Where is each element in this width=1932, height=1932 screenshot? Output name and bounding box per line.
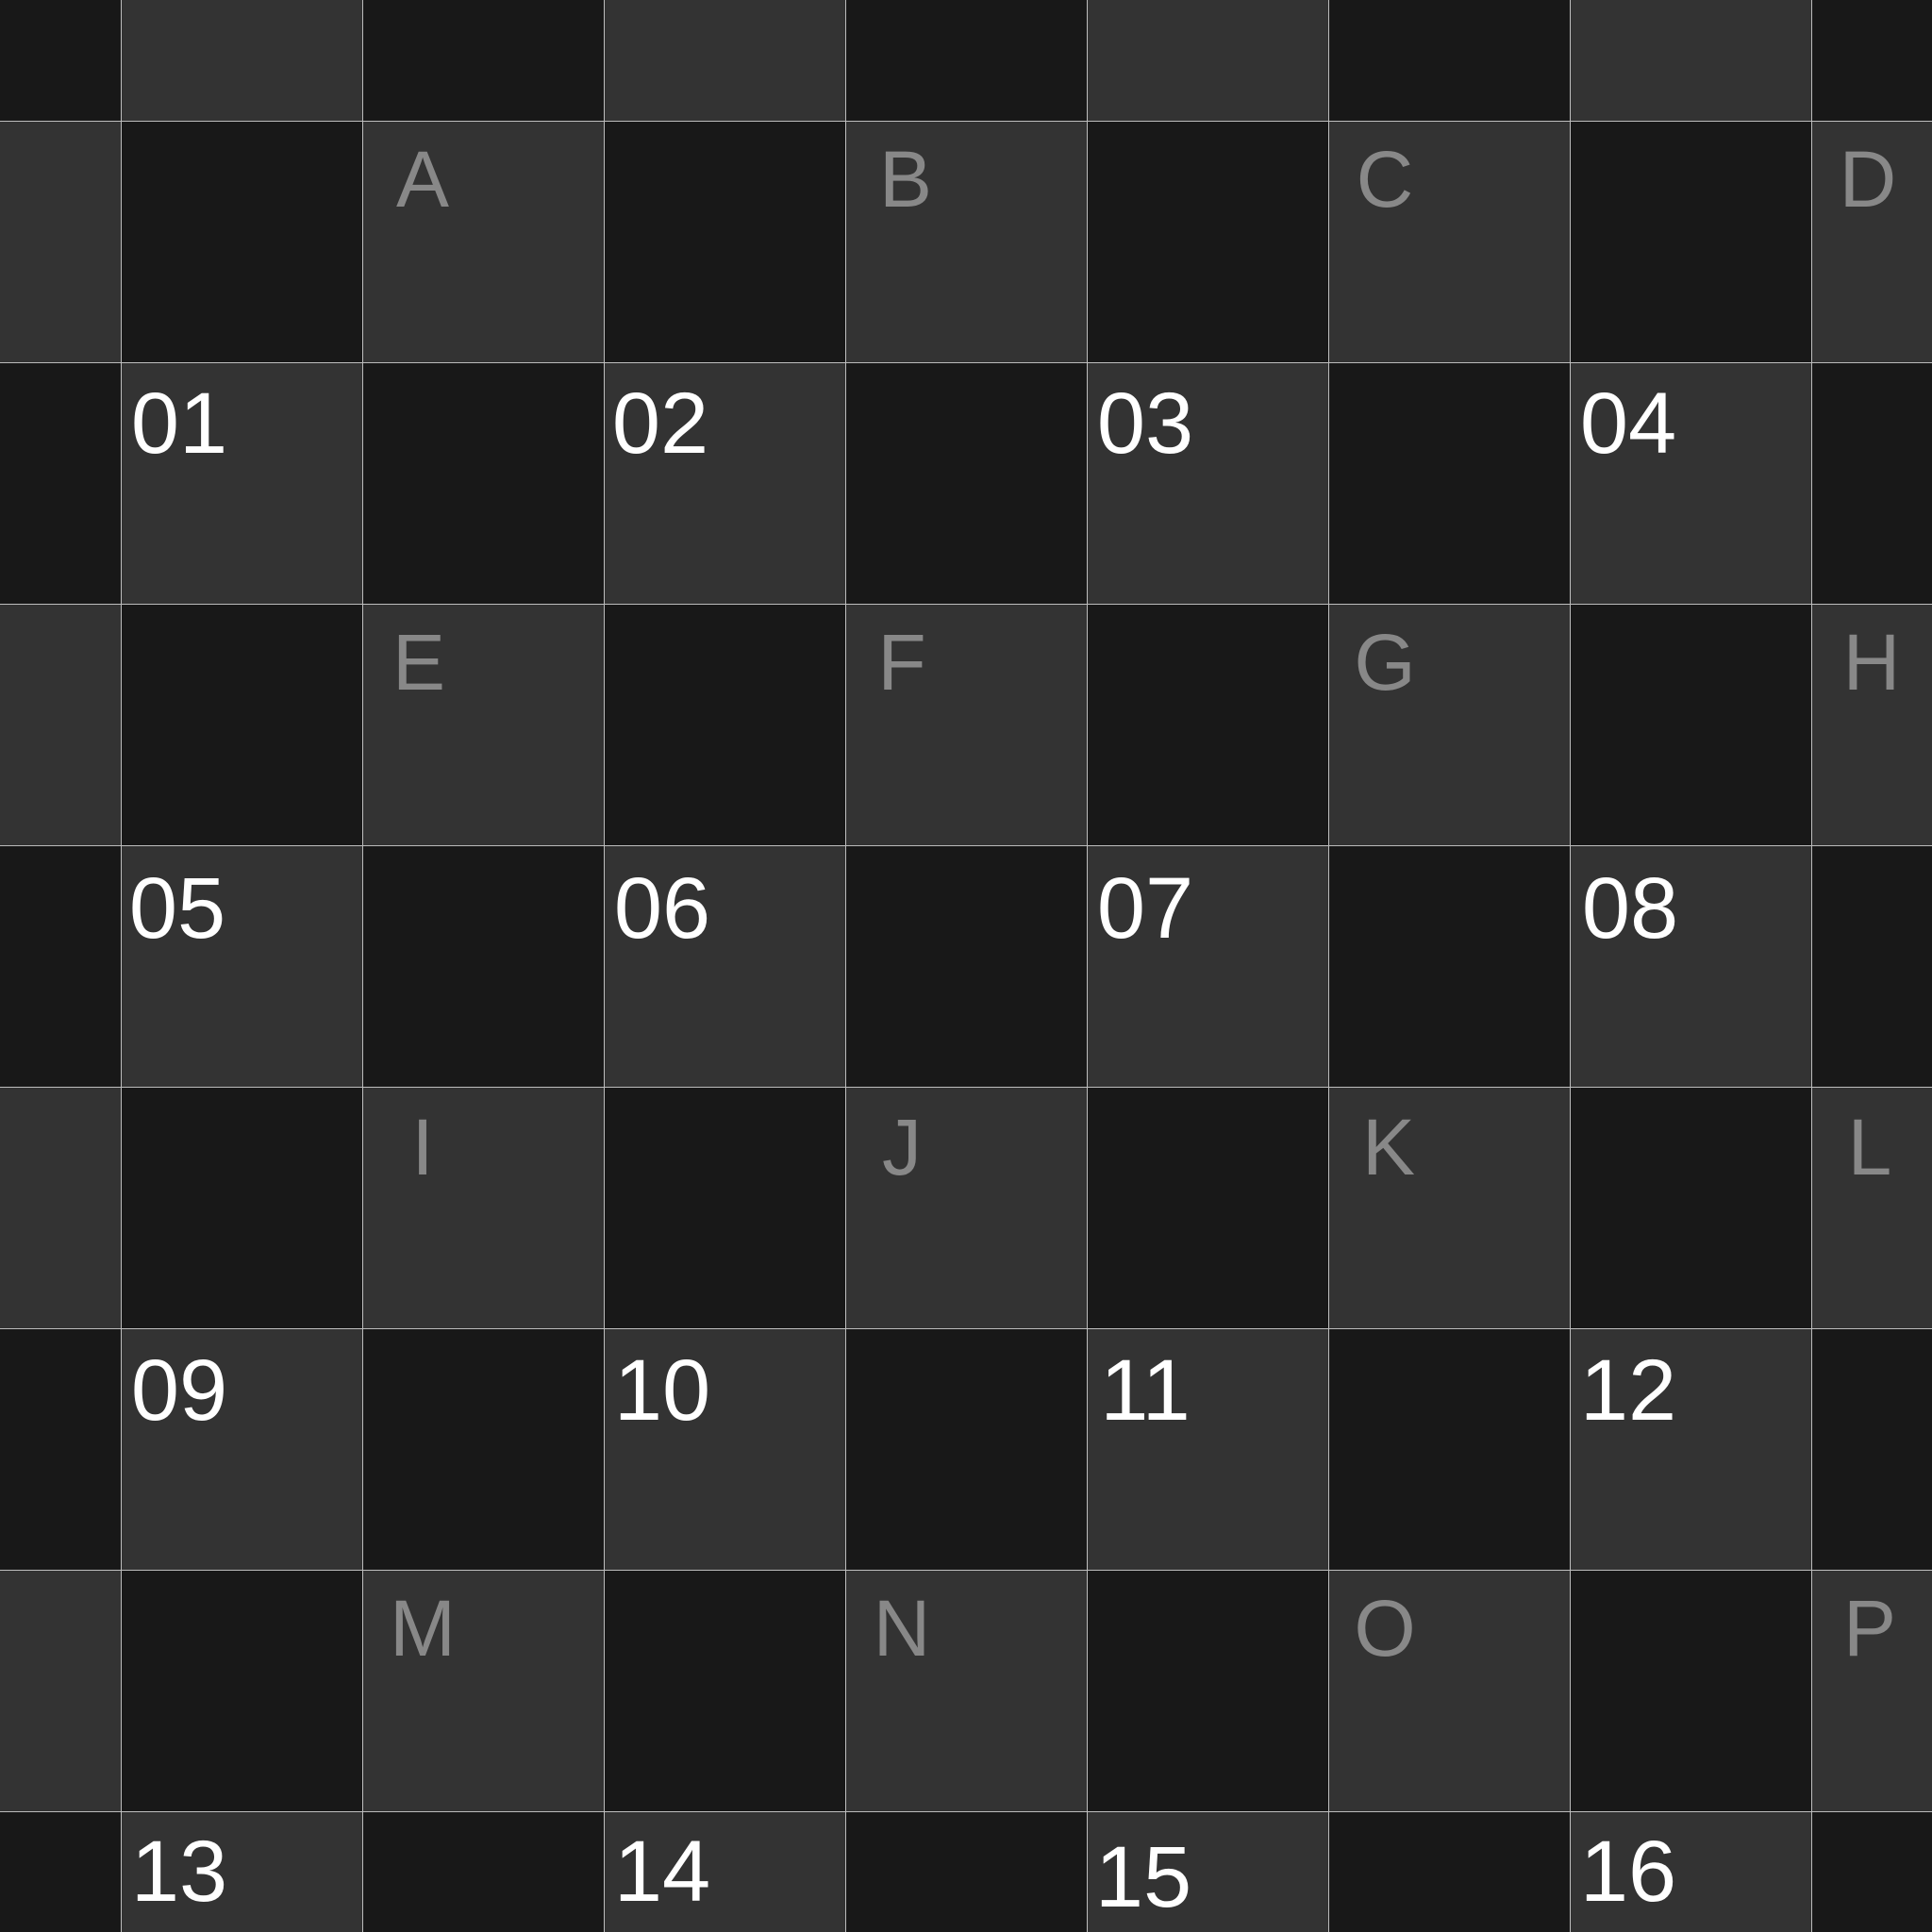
label-number: 11	[1100, 1342, 1191, 1439]
label-letter: N	[873, 1584, 931, 1673]
label-letter: B	[878, 135, 933, 224]
label-number: 15	[1094, 1829, 1192, 1925]
label-letter: O	[1354, 1584, 1416, 1673]
label-letter: H	[1842, 618, 1901, 707]
label-number: 14	[613, 1824, 711, 1920]
label-letter: J	[882, 1103, 922, 1191]
label-number: 01	[130, 375, 228, 472]
label-number: 03	[1096, 375, 1194, 472]
label-number: 04	[1579, 375, 1677, 472]
label-letter: C	[1356, 135, 1414, 224]
label-letter: P	[1842, 1584, 1897, 1673]
label-number: 08	[1581, 860, 1679, 957]
checkerboard-background	[0, 0, 1932, 1932]
label-number: 12	[1579, 1342, 1677, 1439]
label-number: 13	[130, 1824, 228, 1920]
label-number: 10	[613, 1342, 711, 1439]
label-number: 07	[1096, 860, 1194, 957]
label-letter: L	[1847, 1103, 1892, 1191]
label-letter: E	[391, 618, 446, 707]
label-letter: D	[1839, 135, 1897, 224]
label-letter: M	[390, 1584, 456, 1673]
label-letter: A	[395, 135, 450, 224]
label-letter: I	[411, 1103, 434, 1191]
label-number: 05	[128, 860, 226, 957]
label-number: 06	[613, 860, 711, 957]
label-number: 02	[611, 375, 709, 472]
label-letter: K	[1361, 1103, 1416, 1191]
label-number: 09	[130, 1342, 228, 1439]
label-number: 16	[1579, 1824, 1677, 1920]
label-letter: F	[877, 618, 926, 707]
label-letter: G	[1354, 618, 1416, 707]
